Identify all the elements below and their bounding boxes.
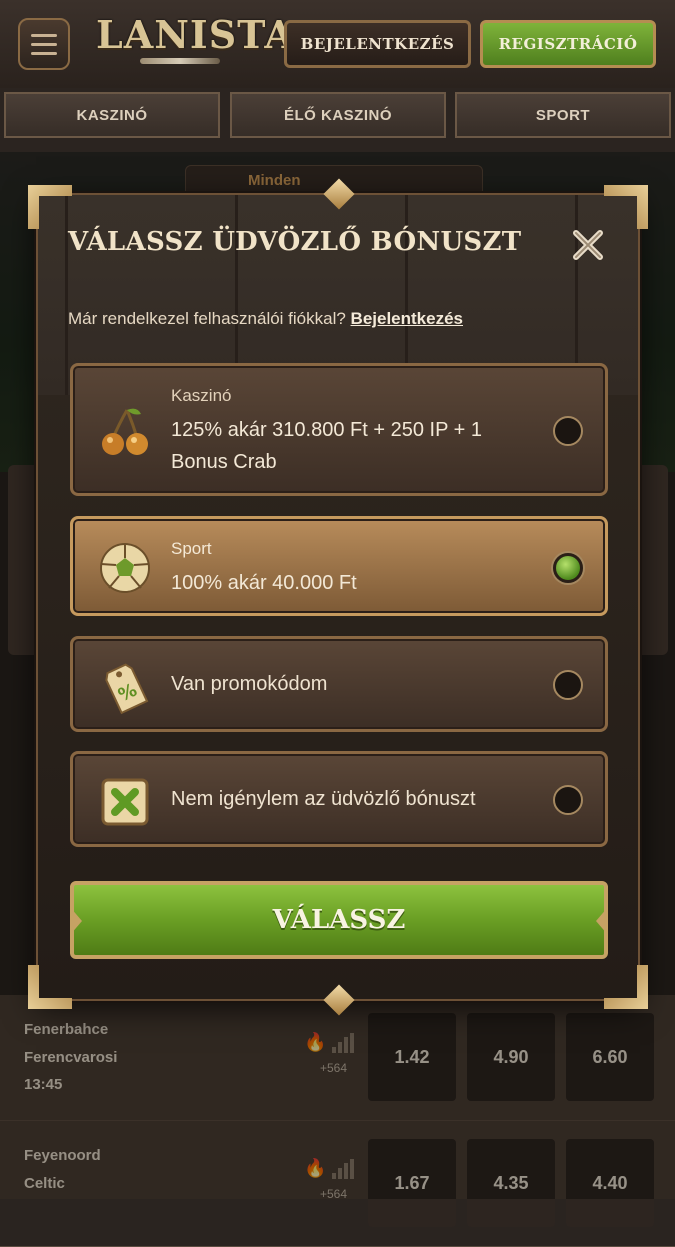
tab-casino[interactable]: KASZINÓ (4, 92, 220, 138)
option-radio[interactable] (553, 670, 583, 700)
main-nav: KASZINÓ ÉLŐ KASZINÓ SPORT (0, 88, 675, 152)
soccer-ball-icon (100, 543, 150, 593)
option-radio-selected[interactable] (553, 553, 583, 583)
logo[interactable]: LANISTA (96, 12, 294, 74)
option-label: Sport (171, 539, 212, 558)
promo-tag-icon: % (105, 663, 149, 715)
frame-corner (604, 965, 648, 1009)
close-icon[interactable] (568, 225, 608, 265)
option-title: Nem igénylem az üdvözlő bónuszt (171, 788, 476, 810)
option-title: 125% akár 310.800 Ft + 250 IP + 1 Bonus … (171, 419, 482, 473)
menu-icon[interactable] (18, 18, 70, 70)
logo-text: LANISTA (96, 12, 295, 57)
account-question: Már rendelkezel felhasználói fiókkal? Be… (68, 309, 463, 329)
bonus-option-casino[interactable]: Kaszinó 125% akár 310.800 Ft + 250 IP + … (70, 363, 608, 496)
login-link[interactable]: Bejelentkezés (351, 309, 463, 328)
choose-button[interactable]: VÁLASSZ (70, 881, 608, 959)
account-question-text: Már rendelkezel felhasználói fiókkal? (68, 309, 346, 328)
cherries-icon (102, 408, 148, 455)
tab-live-casino[interactable]: ÉLŐ KASZINÓ (230, 92, 446, 138)
tab-sport[interactable]: SPORT (455, 92, 671, 138)
login-button[interactable]: BEJELENTKEZÉS (284, 20, 471, 68)
register-button[interactable]: REGISZTRÁCIÓ (480, 20, 656, 68)
welcome-bonus-modal: VÁLASSZ ÜDVÖZLŐ BÓNUSZT Már rendelkezel … (28, 178, 640, 1016)
logo-sword-icon (140, 58, 220, 64)
option-radio[interactable] (553, 416, 583, 446)
option-radio[interactable] (553, 785, 583, 815)
bonus-option-promo-code[interactable]: % Van promokódom (70, 636, 608, 732)
cross-tile-icon (101, 778, 149, 826)
option-title: 100% akár 40.000 Ft (171, 572, 357, 594)
option-label: Kaszinó (171, 386, 232, 405)
top-bar: LANISTA BEJELENTKEZÉS REGISZTRÁCIÓ (0, 0, 675, 90)
bonus-option-sport[interactable]: Sport 100% akár 40.000 Ft (70, 516, 608, 616)
modal-title: VÁLASSZ ÜDVÖZLŐ BÓNUSZT (68, 227, 522, 257)
bonus-option-no-bonus[interactable]: Nem igénylem az üdvözlő bónuszt (70, 751, 608, 847)
frame-corner (28, 965, 72, 1009)
option-title: Van promokódom (171, 673, 328, 695)
